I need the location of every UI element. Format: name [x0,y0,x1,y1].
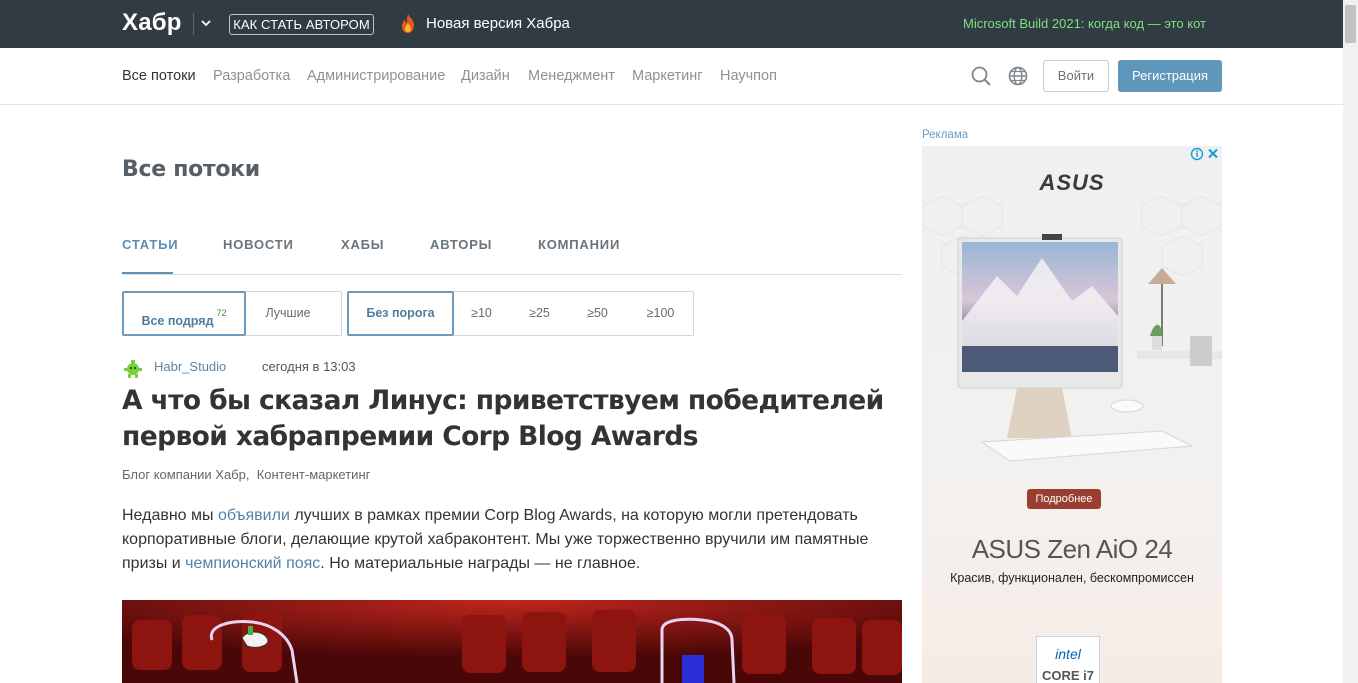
tab-companies[interactable]: КОМПАНИИ [538,237,620,252]
post-excerpt: Недавно мы объявили лучших в рамках прем… [122,504,902,576]
threshold-100-button[interactable]: ≥100 [633,292,688,335]
author-link[interactable]: Habr_Studio [154,359,226,374]
scrollbar[interactable] [1343,0,1358,683]
active-tab-indicator [122,272,173,274]
threshold-50-button[interactable]: ≥50 [575,292,620,335]
search-icon[interactable] [970,65,992,87]
avatar[interactable] [122,357,144,379]
top-bar: Хабр КАК СТАТЬ АВТОРОМ Новая версия Хабр… [0,0,1343,48]
tab-authors[interactable]: АВТОРЫ [430,237,492,252]
filter-all-button[interactable]: Все подряд72 [122,291,246,336]
nav-item-popsci[interactable]: Научпоп [720,68,777,84]
ad-tagline: Красив, функционален, бескомпромиссен [950,571,1194,585]
tabs-divider [122,274,902,275]
hub-link[interactable]: Блог компании Хабр, [122,467,249,482]
threshold-none-button[interactable]: Без порога [347,291,454,336]
sort-filter: Все подряд72 Лучшие [122,291,342,336]
chevron-down-icon[interactable] [198,15,214,31]
habr-logo[interactable]: Хабр [122,9,182,37]
ad-more-button[interactable]: Подробнее [1027,489,1101,509]
scrollbar-thumb[interactable] [1345,5,1356,43]
nav-item-marketing[interactable]: Маркетинг [632,68,703,84]
threshold-25-button[interactable]: ≥25 [517,292,562,335]
intel-cpu-label: CORE i7 [1041,668,1094,683]
ad-label: Реклама [922,129,969,141]
intel-logo: intel [1055,646,1081,662]
new-version-link[interactable]: Новая версия Хабра [426,15,570,32]
nav-item-design[interactable]: Дизайн [461,68,510,84]
promo-link[interactable]: Microsoft Build 2021: когда код — это ко… [963,16,1206,31]
announced-link[interactable]: объявили [218,507,290,524]
tab-articles[interactable]: СТАТЬИ [122,237,178,252]
logo-divider [193,13,194,35]
hub-link[interactable]: Контент-маркетинг [257,467,371,482]
ad-product-name: ASUS Zen AiO 24 [971,534,1173,564]
rating-threshold-filter: Без порога ≥10 ≥25 ≥50 ≥100 [347,291,694,336]
champion-belt-link[interactable]: чемпионский пояс [185,555,320,572]
post-title[interactable]: А что бы сказал Линус: приветствуем побе… [122,383,912,455]
ad-brand-logo: ASUS [1039,170,1105,195]
intel-badge: intel CORE i7 [1036,636,1100,683]
post-cover-image[interactable] [122,600,902,683]
ad-illustration [922,146,1222,683]
cover-illustration [122,600,902,683]
ad-choices-icon[interactable] [1190,147,1220,161]
nav-item-development[interactable]: Разработка [213,68,290,84]
threshold-10-button[interactable]: ≥10 [459,292,504,335]
register-button[interactable]: Регистрация [1118,60,1222,92]
new-count-badge: 72 [216,308,227,318]
page-title: Все потоки [122,157,260,182]
post-hubs: Блог компании Хабр, Контент-маркетинг [122,467,370,482]
excerpt-text: Недавно мы [122,507,218,524]
nav-item-all-flows[interactable]: Все потоки [122,68,196,84]
post-time: сегодня в 13:03 [262,359,356,374]
nav-item-administration[interactable]: Администрирование [307,68,445,84]
login-button[interactable]: Войти [1043,60,1109,92]
become-author-button[interactable]: КАК СТАТЬ АВТОРОМ [229,14,374,35]
tab-news[interactable]: НОВОСТИ [223,237,294,252]
tab-hubs[interactable]: ХАБЫ [341,237,384,252]
globe-icon[interactable] [1007,65,1029,87]
filter-best-button[interactable]: Лучшие [247,292,329,335]
excerpt-text: . Но материальные награды — не главное. [320,555,641,572]
ad-banner[interactable]: ASUS Подробнее ASUS Zen AiO 24 Красив, ф… [922,146,1222,683]
fire-icon [402,14,414,33]
flows-nav: Все потоки Разработка Администрирование … [0,48,1343,105]
nav-item-management[interactable]: Менеджмент [528,68,615,84]
filter-all-label: Все подряд [141,314,214,328]
